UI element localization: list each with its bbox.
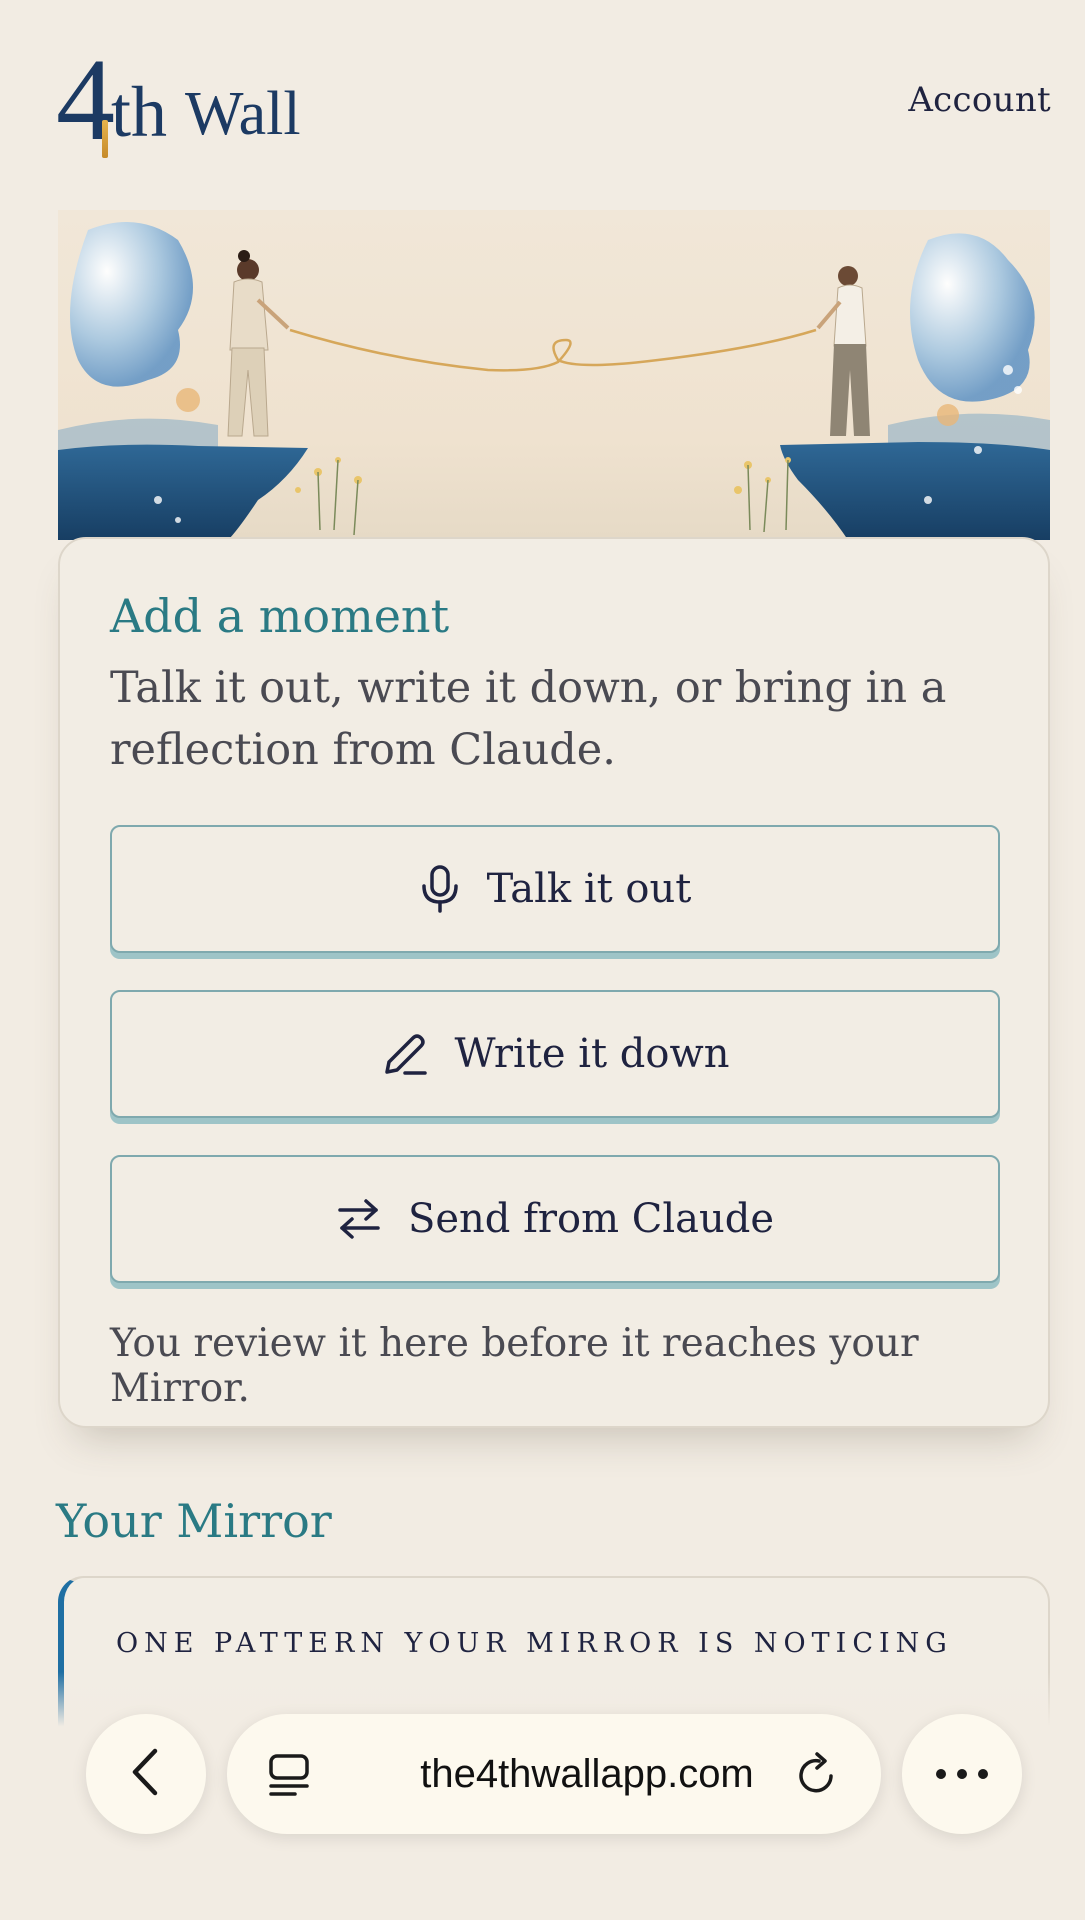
review-note: You review it here before it reaches you… bbox=[110, 1321, 919, 1411]
write-it-down-button[interactable]: Write it down bbox=[110, 990, 1000, 1118]
reload-icon[interactable] bbox=[795, 1752, 839, 1802]
talk-it-out-button[interactable]: Talk it out bbox=[110, 825, 1000, 953]
tabs-icon[interactable] bbox=[267, 1752, 311, 1802]
send-from-claude-label: Send from Claude bbox=[407, 1196, 775, 1242]
transfer-arrows-icon bbox=[336, 1197, 382, 1241]
mirror-section-title: Your Mirror bbox=[56, 1494, 332, 1548]
mirror-pattern-label: ONE PATTERN YOUR MIRROR IS NOTICING bbox=[116, 1628, 953, 1659]
hero-illustration bbox=[58, 210, 1050, 540]
more-dots-icon bbox=[935, 1765, 989, 1784]
hero-illustration-art bbox=[58, 222, 1050, 540]
add-moment-title: Add a moment bbox=[110, 589, 450, 643]
talk-it-out-label: Talk it out bbox=[486, 866, 692, 912]
header: 4 th Wall Account bbox=[0, 0, 1085, 200]
microphone-icon bbox=[419, 864, 461, 914]
app-logo[interactable]: 4 th Wall bbox=[56, 34, 301, 165]
write-it-down-label: Write it down bbox=[454, 1031, 730, 1077]
back-button[interactable] bbox=[86, 1714, 206, 1834]
page: 4 th Wall Account Add a moment Talk it o… bbox=[0, 0, 1085, 1920]
logo-wall: Wall bbox=[185, 80, 301, 148]
account-link[interactable]: Account bbox=[908, 80, 1051, 120]
logo-four: 4 bbox=[56, 34, 115, 165]
add-moment-card: Add a moment Talk it out, write it down,… bbox=[58, 537, 1050, 1428]
send-from-claude-button[interactable]: Send from Claude bbox=[110, 1155, 1000, 1283]
chevron-left-icon bbox=[129, 1747, 163, 1801]
logo-th: th bbox=[111, 72, 168, 152]
add-moment-subtitle: Talk it out, write it down, or bring in … bbox=[110, 663, 947, 775]
more-options-button[interactable] bbox=[902, 1714, 1022, 1834]
pencil-icon bbox=[381, 1030, 429, 1078]
address-bar[interactable]: the4thwallapp.com bbox=[227, 1714, 881, 1834]
url-text[interactable]: the4thwallapp.com bbox=[367, 1714, 807, 1834]
